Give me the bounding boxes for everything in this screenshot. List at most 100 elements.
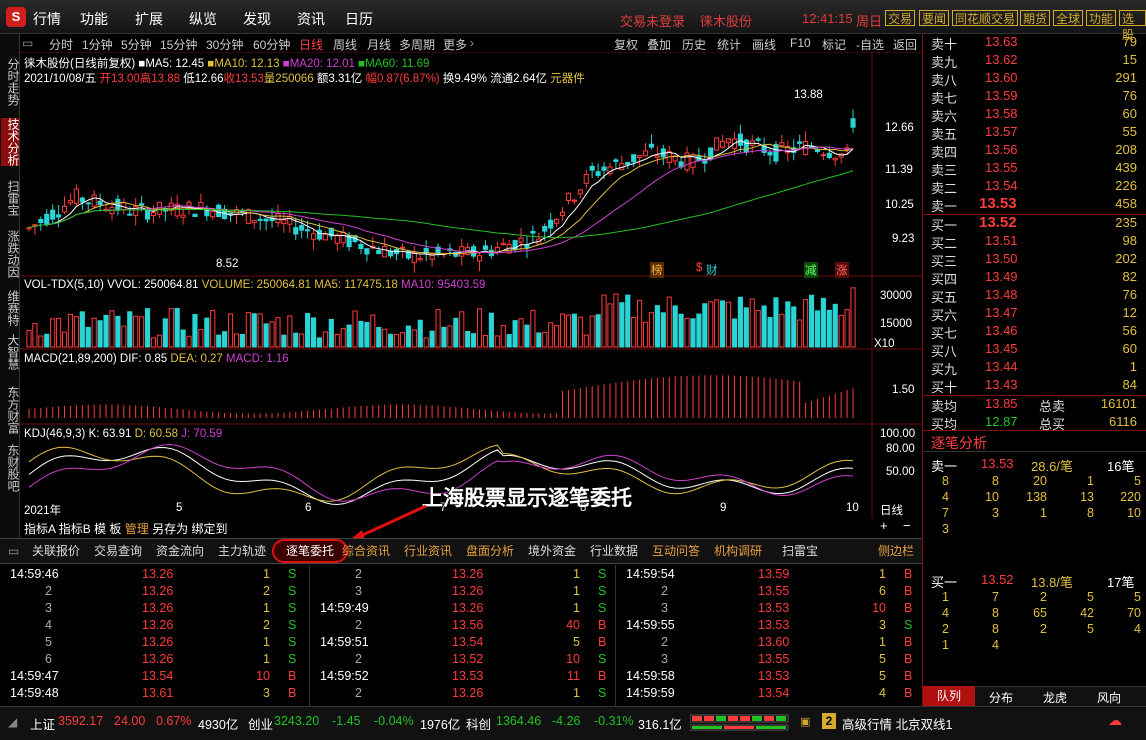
- news-button[interactable]: 要闻: [919, 10, 950, 26]
- period-tab-daily[interactable]: 日线: [299, 36, 323, 53]
- tab-sidebar[interactable]: 侧边栏: [878, 541, 914, 561]
- function-button[interactable]: 功能: [1086, 10, 1117, 26]
- tab-comprehensive-news[interactable]: 综合资讯: [342, 541, 390, 561]
- sidebar-tab-eastmoney[interactable]: 东方财富: [1, 386, 20, 434]
- period-tab-weekly[interactable]: 周线: [333, 36, 357, 53]
- period-tab-more[interactable]: 更多: [443, 36, 467, 53]
- futures-button[interactable]: 期货: [1020, 10, 1051, 26]
- ob-level-label: 买十: [931, 380, 958, 395]
- candle-body: [299, 225, 305, 231]
- index-cy-label[interactable]: 创业: [248, 714, 273, 733]
- period-tab-15min[interactable]: 15分钟: [160, 36, 197, 53]
- menu-item-function[interactable]: 功能: [80, 9, 108, 29]
- ob-price: 13.44: [985, 359, 1018, 374]
- tab-main-track[interactable]: 主力轨迹: [218, 541, 266, 561]
- menu-item-discover[interactable]: 发现: [243, 9, 271, 29]
- event-tag-list[interactable]: 榜: [650, 262, 664, 278]
- tab-minesweeper[interactable]: 扫雷宝: [782, 541, 818, 561]
- tab-trade-query[interactable]: 交易查询: [94, 541, 142, 561]
- rb-tab-distribution[interactable]: 分布: [989, 689, 1013, 706]
- trade-button[interactable]: 交易: [885, 10, 916, 26]
- tab-inst-research[interactable]: 机构调研: [714, 541, 762, 561]
- sidebar-tab-intraday[interactable]: 分时走势: [1, 58, 20, 106]
- stock-picker-button[interactable]: 选股: [1119, 10, 1146, 42]
- app-logo-icon[interactable]: S: [6, 7, 26, 27]
- tab-foreign-funds[interactable]: 境外资金: [528, 541, 576, 561]
- sidebar-tab-weisaite[interactable]: 维赛特: [1, 290, 20, 326]
- sidebar-tab-technical[interactable]: 技术分析: [1, 118, 20, 166]
- expand-icon[interactable]: ◢: [8, 715, 17, 729]
- cloud-icon[interactable]: ☁: [1108, 712, 1122, 729]
- monitor-icon[interactable]: ▣: [800, 715, 810, 728]
- zoom-in-icon[interactable]: +: [880, 518, 888, 533]
- global-button[interactable]: 全球: [1053, 10, 1084, 26]
- rb-tab-dragon-tiger[interactable]: 龙虎: [1043, 689, 1067, 706]
- sidebar-tab-movers[interactable]: 涨跌动因: [1, 230, 20, 278]
- ths-trade-button[interactable]: 同花顺交易: [952, 10, 1019, 26]
- tab-qa[interactable]: 互动问答: [652, 541, 700, 561]
- save-as-button[interactable]: 另存为: [152, 522, 188, 536]
- tab-industry-news[interactable]: 行业资讯: [404, 541, 452, 561]
- tool-stats[interactable]: 统计: [717, 36, 741, 53]
- ta-cell: 1: [942, 638, 949, 652]
- menu-title[interactable]: 行情: [33, 9, 61, 29]
- menu-item-news[interactable]: 资讯: [297, 9, 325, 29]
- tool-overlay[interactable]: 叠加: [647, 36, 671, 53]
- orderbook-sell-row: 卖二 13.54 226: [923, 178, 1146, 196]
- tab-tick-orders[interactable]: 逐笔委托: [272, 539, 348, 563]
- period-tab-monthly[interactable]: 月线: [367, 36, 391, 53]
- menu-item-calendar[interactable]: 日历: [345, 9, 373, 29]
- service-label[interactable]: 高级行情 北京双线1: [842, 714, 952, 733]
- quote-sector[interactable]: 元器件: [550, 73, 585, 85]
- sidebar-tab-guba[interactable]: 东财股吧: [1, 444, 20, 492]
- period-tab-60min[interactable]: 60分钟: [253, 36, 290, 53]
- tab-industry-data[interactable]: 行业数据: [590, 541, 638, 561]
- tool-fuquan[interactable]: 复权: [614, 36, 638, 53]
- tick-time: 3: [661, 601, 668, 615]
- bind-to-button[interactable]: 绑定到: [191, 522, 227, 536]
- zoom-out-icon[interactable]: −: [903, 518, 911, 533]
- menu-item-extend[interactable]: 扩展: [135, 9, 163, 29]
- tool-mark[interactable]: 标记: [822, 36, 846, 53]
- tab-market-analysis[interactable]: 盘面分析: [466, 541, 514, 561]
- chevron-right-icon[interactable]: ›: [470, 36, 474, 50]
- indicator-a-button[interactable]: 指标A: [24, 522, 55, 536]
- ob-total-value: 16101: [1100, 396, 1137, 411]
- tool-draw[interactable]: 画线: [752, 36, 776, 53]
- tick-volume: 2: [263, 584, 270, 598]
- tool-back[interactable]: 返回: [893, 36, 917, 53]
- tab-fund-flow[interactable]: 资金流向: [156, 541, 204, 561]
- index-kc-label[interactable]: 科创: [466, 714, 491, 733]
- tab-related-quote[interactable]: 关联报价: [32, 541, 80, 561]
- panel-toggle-icon[interactable]: ▭: [8, 541, 19, 561]
- volume-bar: [411, 329, 417, 348]
- login-status[interactable]: 交易未登录: [620, 11, 685, 30]
- manage-button[interactable]: 管理: [125, 522, 149, 536]
- period-tab-multi[interactable]: 多周期: [399, 36, 435, 53]
- tool-watchlist[interactable]: -自选: [856, 36, 884, 53]
- event-tag-dividend[interactable]: $: [696, 262, 702, 274]
- event-tag-limit-up[interactable]: 涨: [835, 262, 849, 278]
- sidebar-tab-minesweeper[interactable]: 扫雷宝: [1, 180, 20, 216]
- period-tab-30min[interactable]: 30分钟: [206, 36, 243, 53]
- ob-level-label: 买六: [931, 308, 958, 323]
- template-button[interactable]: 模: [94, 522, 106, 536]
- rb-tab-queue[interactable]: 队列: [923, 686, 975, 706]
- indicator-b-button[interactable]: 指标B: [59, 522, 91, 536]
- ob-level-label: 卖十: [931, 37, 958, 52]
- collapse-icon[interactable]: ▭: [22, 36, 33, 50]
- period-tab-5min[interactable]: 5分钟: [121, 36, 152, 53]
- period-tab-intraday[interactable]: 分时: [49, 36, 73, 53]
- tool-history[interactable]: 历史: [682, 36, 706, 53]
- event-tag-reduce[interactable]: 减: [804, 262, 818, 278]
- tick-side: S: [598, 601, 607, 615]
- period-tab-1min[interactable]: 1分钟: [82, 36, 113, 53]
- tool-f10[interactable]: F10: [790, 36, 811, 50]
- index-sh-label[interactable]: 上证: [30, 714, 55, 733]
- rb-tab-wind[interactable]: 风向: [1097, 689, 1121, 706]
- event-tag-finance[interactable]: 财: [706, 262, 718, 278]
- menu-item-overview[interactable]: 纵览: [189, 9, 217, 29]
- price-axis-label: 11.39: [885, 164, 913, 176]
- sidebar-tab-dzh[interactable]: 大智慧: [1, 334, 20, 370]
- board-button[interactable]: 板: [109, 522, 121, 536]
